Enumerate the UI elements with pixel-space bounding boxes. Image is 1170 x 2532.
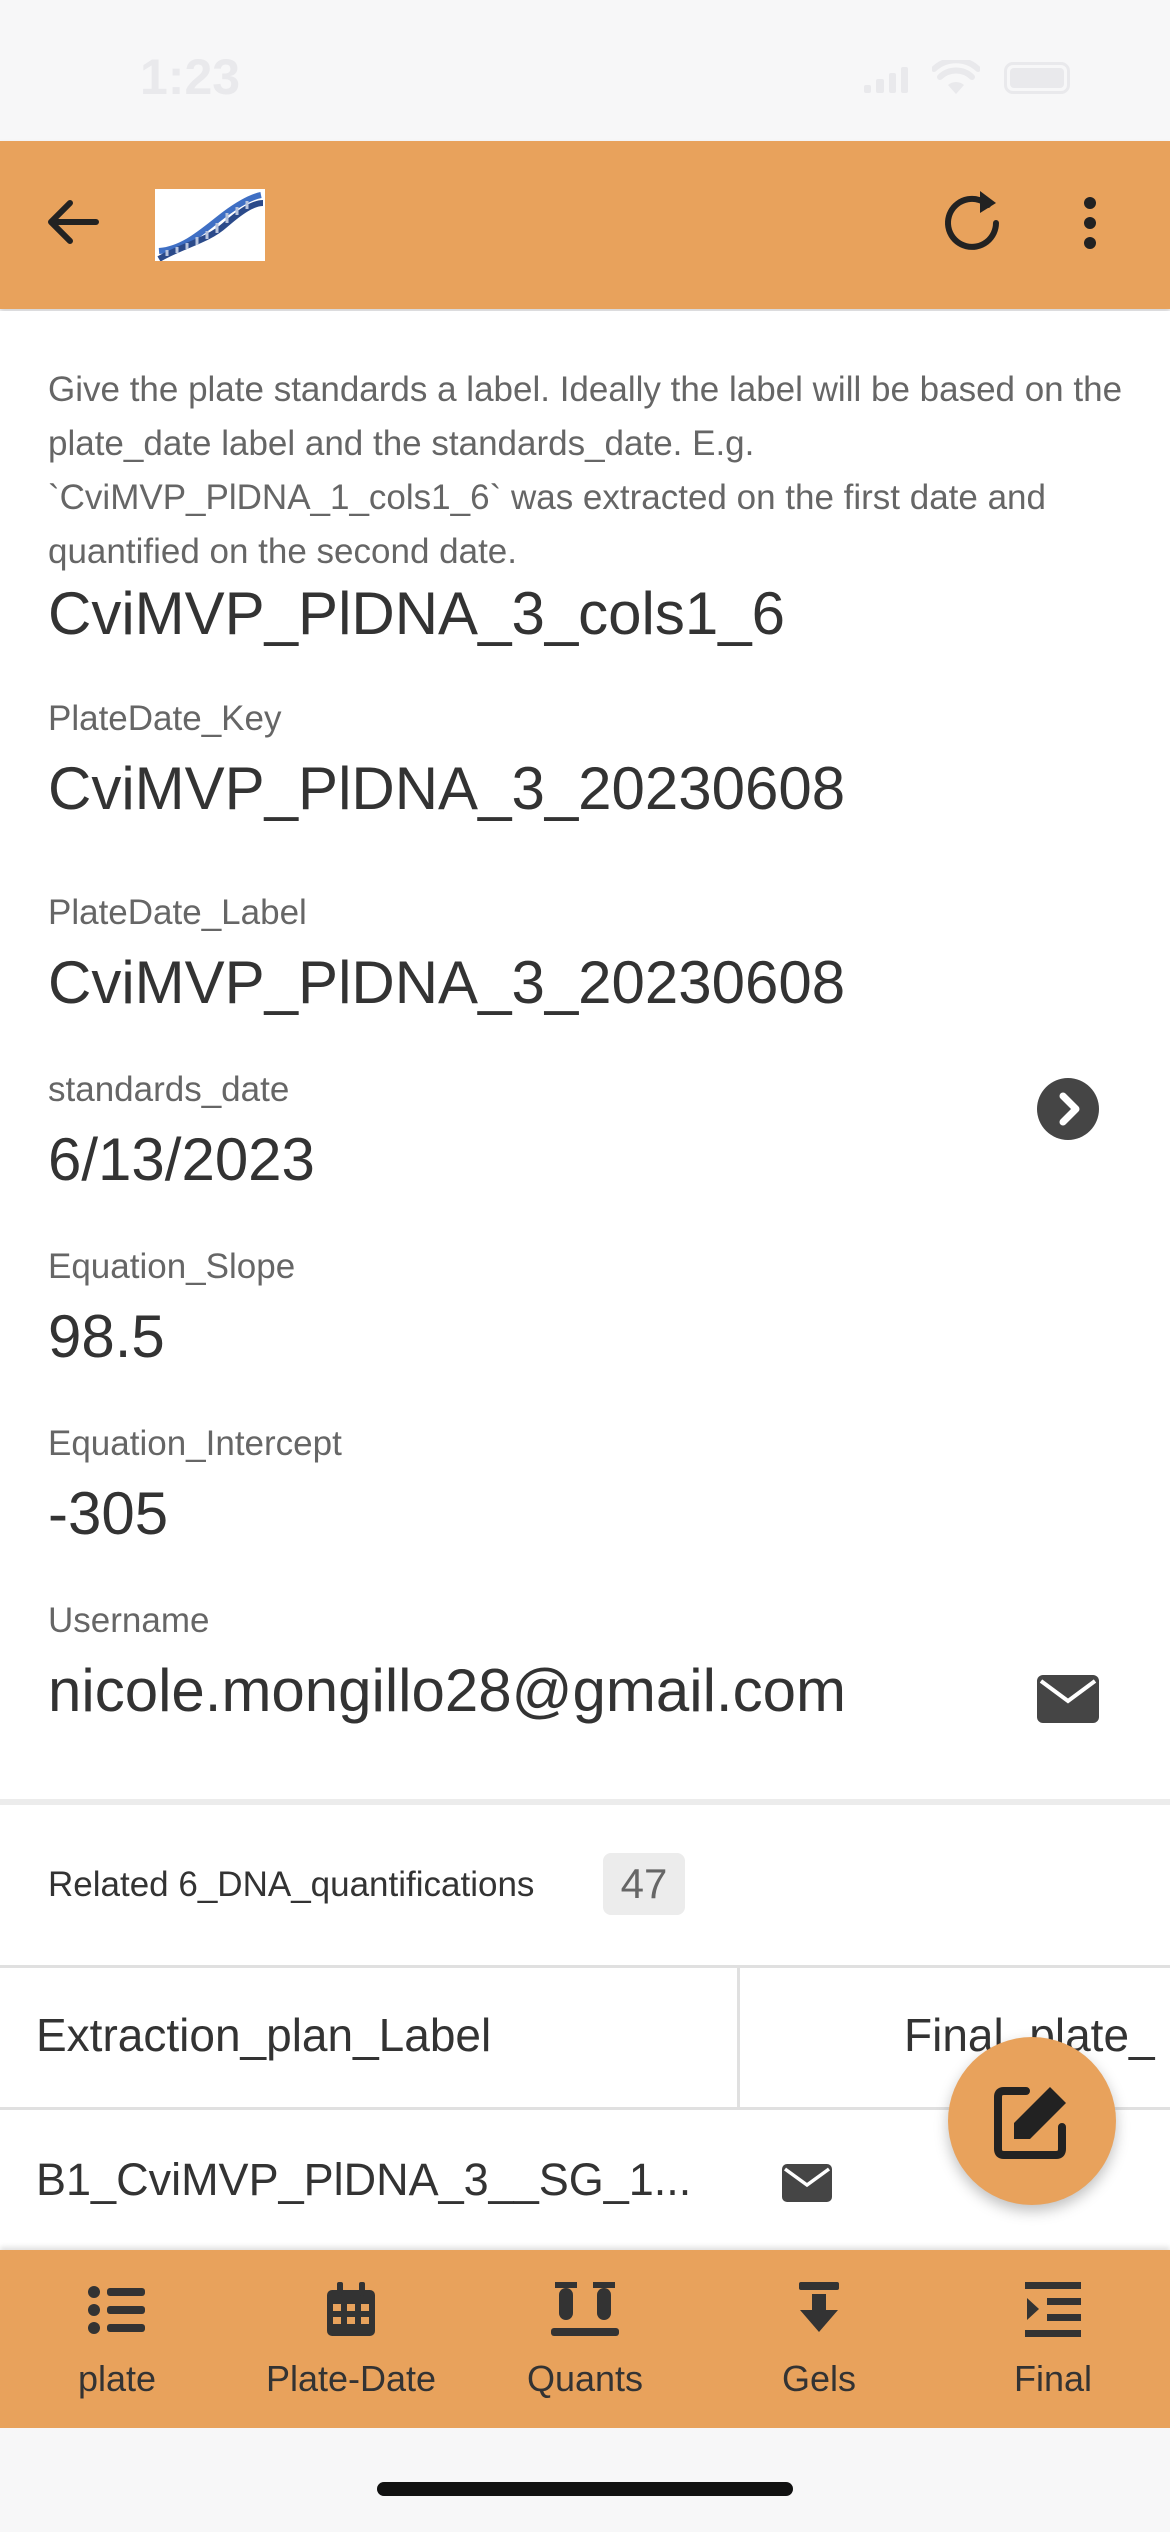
column-header-extraction-plan-label[interactable]: Extraction_plan_Label: [36, 2008, 491, 2062]
nav-item-gels[interactable]: Gels: [702, 2250, 936, 2428]
home-bar-area: [0, 2428, 1170, 2532]
envelope-icon: [782, 2164, 832, 2202]
field-value: -305: [48, 1480, 169, 1547]
indent-icon: [1025, 2282, 1081, 2337]
field-label: Username: [48, 1601, 210, 1640]
status-bar: 1:23: [0, 0, 1170, 141]
related-count-badge: 47: [603, 1853, 685, 1915]
field-platedate-label: PlateDate_Label CviMVP_PlDNA_3_20230608: [48, 891, 1128, 1021]
label-field-description: Give the plate standards a label. Ideall…: [48, 370, 1123, 571]
nav-label: plate: [77, 2358, 157, 2399]
bottom-navigation: plate Plate-Date Quants Gels Final: [0, 2250, 1170, 2428]
envelope-icon: [1037, 1675, 1099, 1723]
plate-standards-label-value: CviMVP_PlDNA_3_cols1_6: [48, 580, 785, 647]
app-bar: [0, 141, 1170, 309]
download-icon: [799, 2282, 839, 2332]
related-header: Related 6_DNA_quantifications 47: [0, 1805, 1170, 1965]
row-envelope-button[interactable]: [782, 2164, 832, 2202]
field-equation-intercept: Equation_Intercept -305: [48, 1422, 1128, 1552]
status-time: 1:23: [140, 49, 241, 105]
arrow-left-icon: [48, 200, 99, 244]
more-vertical-icon: [1084, 197, 1096, 249]
record-detail: Give the plate standards a label. Ideall…: [0, 311, 1170, 1801]
app-logo: [155, 189, 265, 261]
refresh-button[interactable]: [930, 181, 1014, 265]
list-icon: [88, 2286, 145, 2334]
cell-extraction-plan-label: B1_CviMVP_PlDNA_3__SG_1...: [36, 2154, 692, 2205]
related-label: Related 6_DNA_quantifications: [48, 1865, 535, 1904]
field-label: PlateDate_Key: [48, 699, 282, 738]
field-label: PlateDate_Label: [48, 893, 307, 932]
field-value: CviMVP_PlDNA_3_20230608: [48, 755, 846, 822]
wifi-icon: [932, 60, 980, 94]
refresh-icon: [945, 191, 999, 250]
field-value: nicole.mongillo28@gmail.com: [48, 1657, 846, 1724]
nav-label: Final: [1013, 2358, 1093, 2399]
field-username: Username nicole.mongillo28@gmail.com: [48, 1599, 1128, 1729]
more-options-button[interactable]: [1060, 181, 1120, 265]
field-value: 6/13/2023: [48, 1126, 315, 1193]
nav-label: Gels: [781, 2358, 857, 2399]
email-user-button[interactable]: [1037, 1675, 1099, 1723]
signal-icon: [864, 63, 908, 93]
field-label: Equation_Slope: [48, 1247, 296, 1286]
status-icons: [864, 60, 1070, 96]
home-indicator[interactable]: [377, 2482, 793, 2496]
field-equation-slope: Equation_Slope 98.5: [48, 1245, 1128, 1375]
battery-icon: [1004, 62, 1070, 94]
dna-helix-logo: [157, 192, 264, 261]
field-label: standards_date: [48, 1070, 290, 1109]
nav-item-plate-date[interactable]: Plate-Date: [234, 2250, 468, 2428]
nav-item-quants[interactable]: Quants: [468, 2250, 702, 2428]
column-separator: [737, 1968, 740, 2110]
vials-icon: [551, 2282, 619, 2336]
nav-label: Quants: [526, 2358, 644, 2399]
field-value: 98.5: [48, 1303, 165, 1370]
field-label: Equation_Intercept: [48, 1424, 342, 1463]
nav-label: Plate-Date: [265, 2358, 437, 2399]
nav-item-plate[interactable]: plate: [0, 2250, 234, 2428]
field-standards-date: standards_date 6/13/2023: [48, 1068, 1128, 1198]
calendar-icon: [327, 2282, 375, 2336]
edit-icon: [994, 2087, 1066, 2159]
field-value: CviMVP_PlDNA_3_20230608: [48, 949, 846, 1016]
back-button[interactable]: [36, 185, 110, 259]
edit-fab-button[interactable]: [948, 2037, 1116, 2205]
field-platedate-key[interactable]: PlateDate_Key CviMVP_PlDNA_3_20230608: [48, 697, 1128, 827]
nav-item-final[interactable]: Final: [936, 2250, 1170, 2428]
